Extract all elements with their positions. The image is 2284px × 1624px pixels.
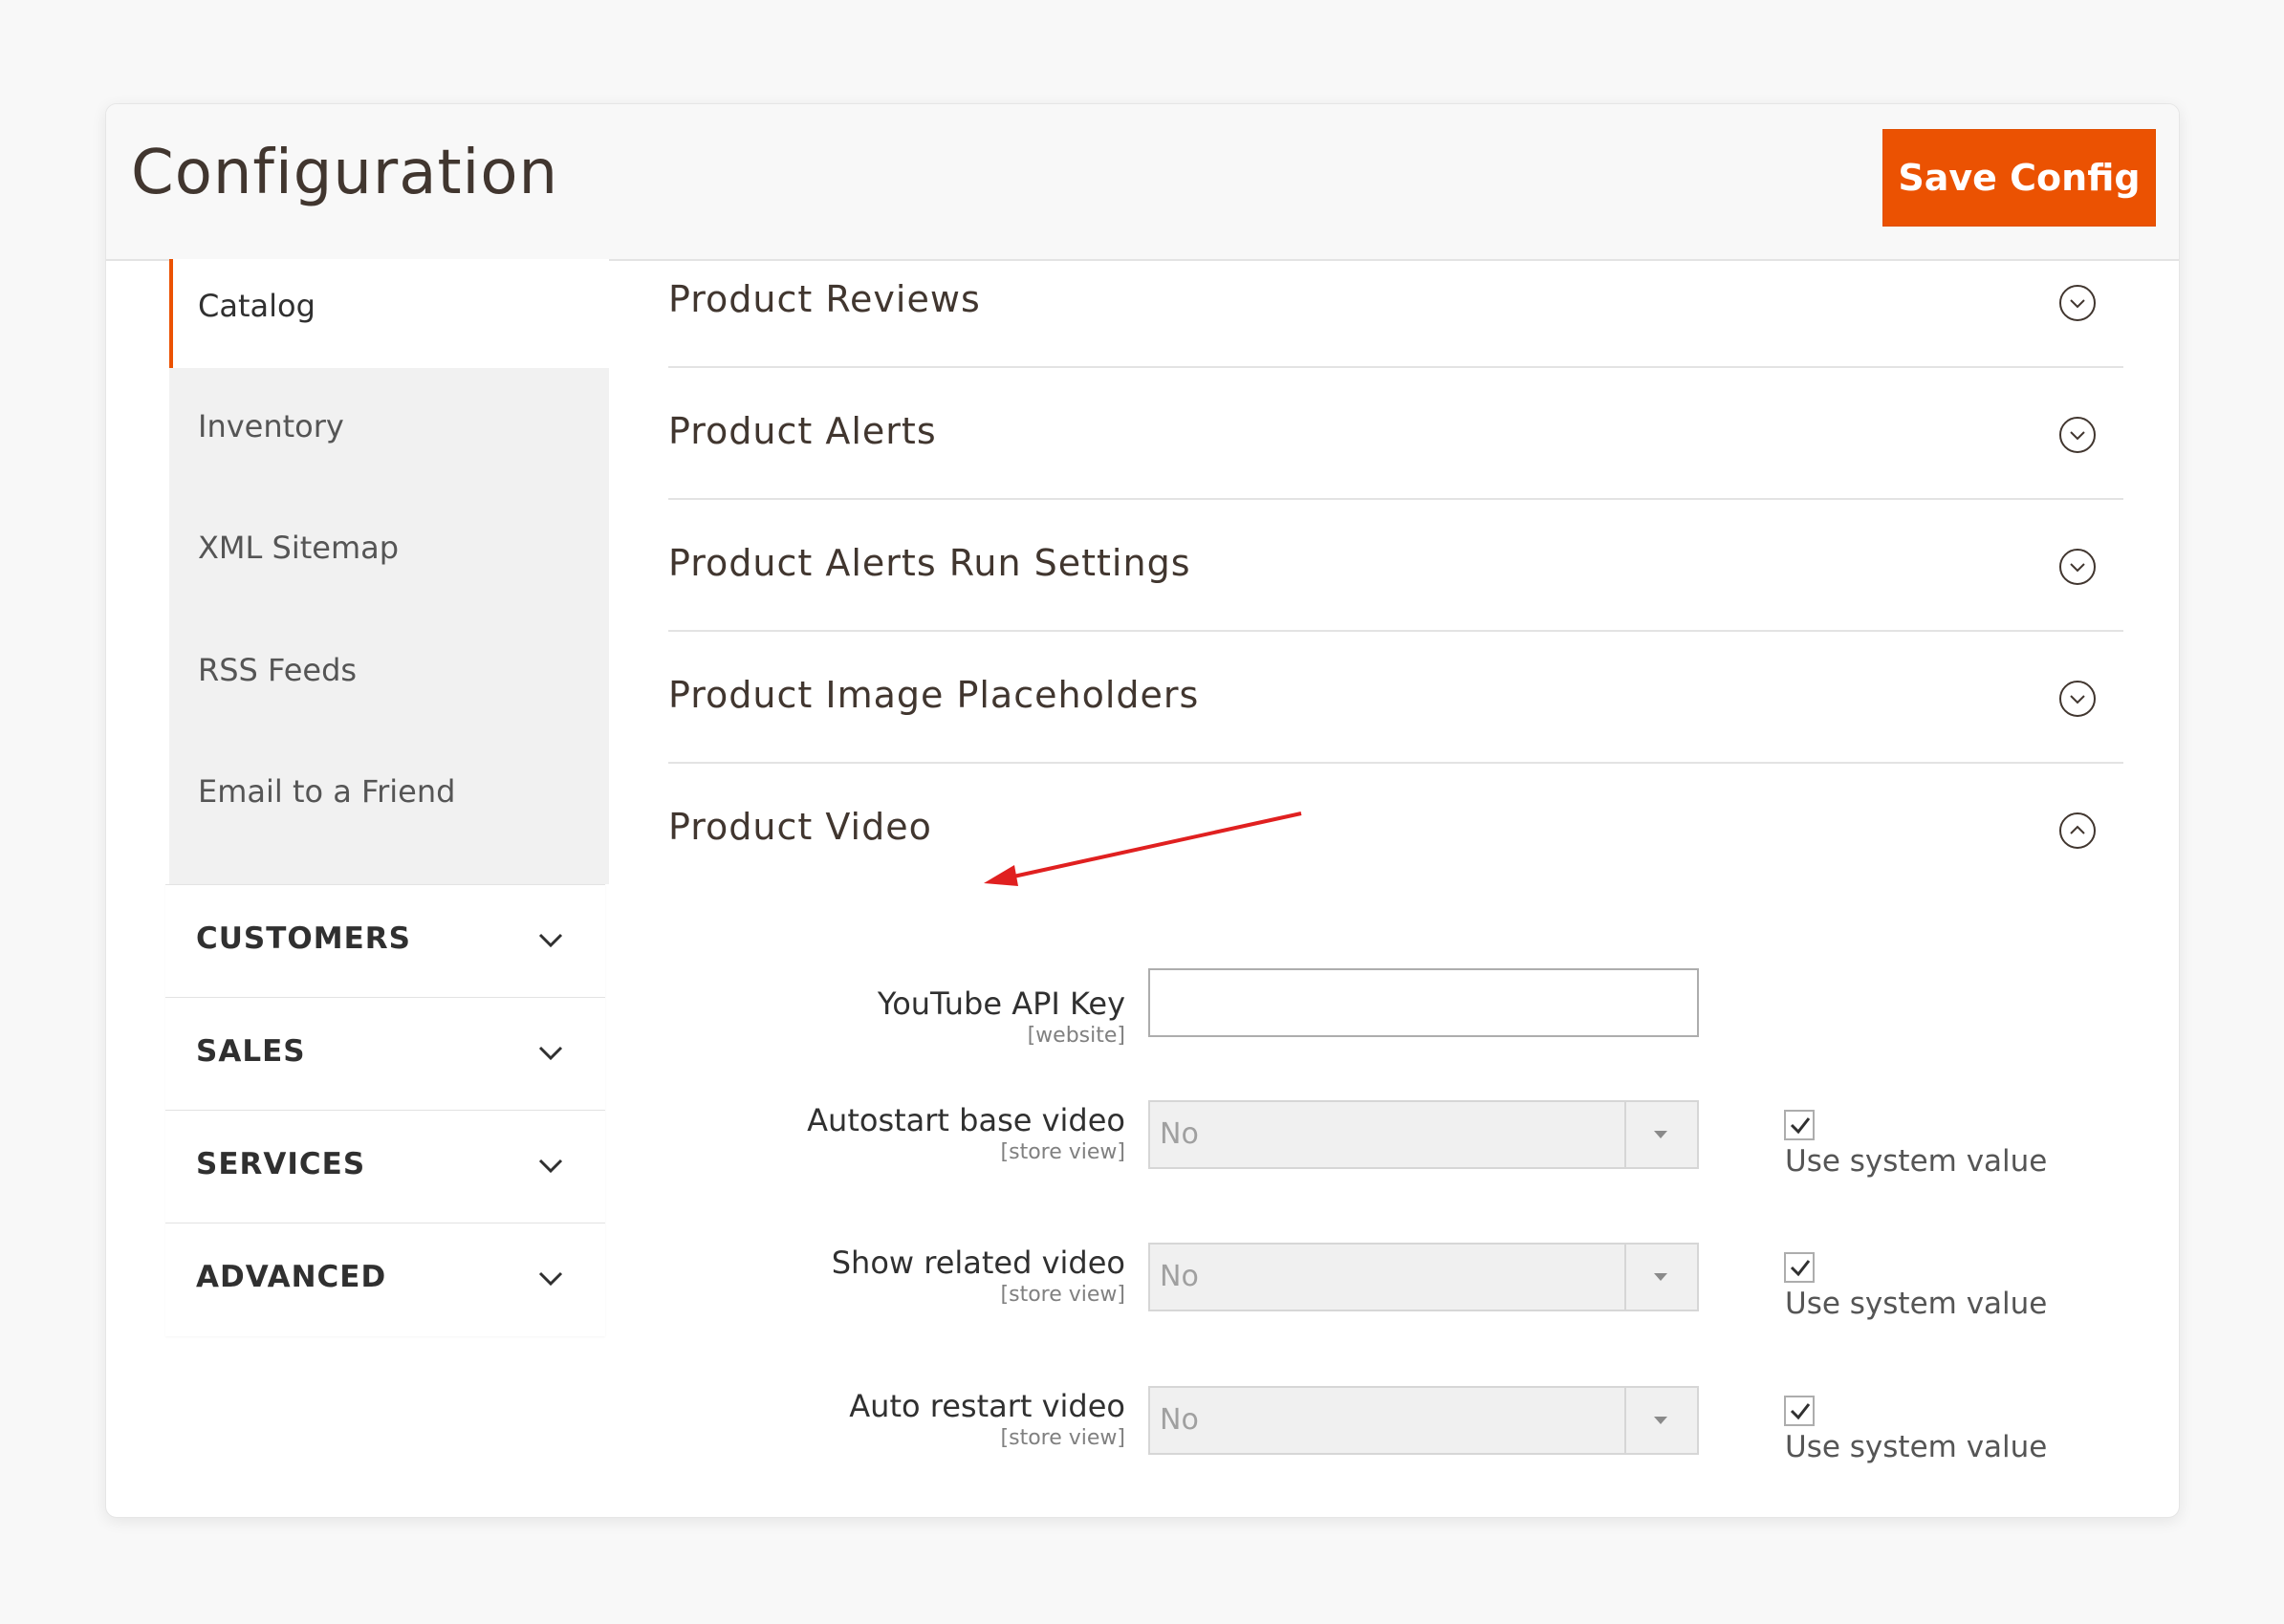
autostart-base-video-select[interactable]: No [1148, 1100, 1699, 1169]
youtube-api-key-input[interactable] [1148, 968, 1699, 1037]
page-title: Configuration [131, 138, 559, 208]
use-system-value-label: Use system value [1785, 1430, 2048, 1464]
section-label: CUSTOMERS [196, 921, 411, 956]
sidebar-item-email-to-a-friend[interactable]: Email to a Friend [198, 773, 455, 810]
use-system-value-checkbox[interactable] [1784, 1110, 1815, 1140]
field-scope: [store view] [1000, 1140, 1125, 1164]
caret-down-icon [1654, 1273, 1667, 1281]
field-scope: [website] [1027, 1024, 1125, 1048]
select-value: No [1160, 1403, 1199, 1437]
circle-chevron-down-icon[interactable] [2058, 416, 2097, 454]
circle-chevron-up-icon[interactable] [2058, 812, 2097, 850]
field-label-show-related-video: Show related video [831, 1245, 1125, 1281]
group-product-alerts[interactable]: Product Alerts [668, 366, 2123, 500]
group-product-image-placeholders[interactable]: Product Image Placeholders [668, 630, 2123, 764]
use-system-value-label: Use system value [1785, 1144, 2048, 1179]
sidebar-item-rss-feeds[interactable]: RSS Feeds [198, 652, 357, 688]
field-label-youtube-api-key: YouTube API Key [877, 985, 1125, 1022]
chevron-down-icon [538, 933, 563, 948]
select-arrow [1624, 1388, 1697, 1453]
sidebar-section-advanced[interactable]: ADVANCED [165, 1223, 605, 1336]
group-title: Product Image Placeholders [668, 674, 1200, 716]
chevron-down-icon [538, 1271, 563, 1287]
sidebar-item-inventory[interactable]: Inventory [198, 408, 344, 444]
checkmark-icon [1790, 1260, 1811, 1277]
caret-down-icon [1654, 1131, 1667, 1138]
group-title: Product Alerts Run Settings [668, 542, 1191, 584]
use-system-value-checkbox[interactable] [1784, 1252, 1815, 1283]
show-related-video-select[interactable]: No [1148, 1243, 1699, 1311]
use-system-value-checkbox[interactable] [1784, 1396, 1815, 1426]
save-config-button[interactable]: Save Config [1882, 129, 2156, 227]
field-label-auto-restart-video: Auto restart video [849, 1388, 1125, 1424]
sidebar-subitems: Inventory XML Sitemap RSS Feeds Email to… [169, 368, 609, 884]
field-label-autostart-base-video: Autostart base video [807, 1102, 1125, 1138]
group-title: Product Alerts [668, 410, 937, 452]
use-system-value-label: Use system value [1785, 1287, 2048, 1321]
section-label: SALES [196, 1034, 306, 1069]
checkmark-icon [1790, 1117, 1811, 1135]
caret-down-icon [1654, 1417, 1667, 1424]
annotation-arrow-icon [984, 812, 1302, 886]
field-scope: [store view] [1000, 1283, 1125, 1307]
configuration-panel: Configuration Save Config Catalog Invent… [105, 103, 2180, 1518]
sidebar-section-services[interactable]: SERVICES [165, 1110, 605, 1223]
chevron-down-icon [538, 1158, 563, 1174]
chevron-down-icon [538, 1046, 563, 1061]
circle-chevron-down-icon[interactable] [2058, 284, 2097, 322]
select-arrow [1624, 1102, 1697, 1167]
section-label: SERVICES [196, 1147, 366, 1181]
group-title: Product Video [668, 806, 932, 848]
select-value: No [1160, 1117, 1199, 1151]
sidebar-item-label: Catalog [198, 288, 315, 324]
sidebar-item-catalog[interactable]: Catalog [169, 259, 609, 368]
group-product-video[interactable]: Product Video [668, 762, 2123, 894]
group-title: Product Reviews [668, 278, 981, 320]
select-arrow [1624, 1245, 1697, 1310]
group-product-reviews[interactable]: Product Reviews [668, 234, 2123, 368]
sidebar-section-sales[interactable]: SALES [165, 997, 605, 1111]
section-label: ADVANCED [196, 1260, 387, 1294]
circle-chevron-down-icon[interactable] [2058, 548, 2097, 586]
checkmark-icon [1790, 1403, 1811, 1420]
sidebar-section-customers[interactable]: CUSTOMERS [165, 884, 605, 998]
sidebar-item-xml-sitemap[interactable]: XML Sitemap [198, 530, 399, 566]
field-scope: [store view] [1000, 1426, 1125, 1450]
group-product-alerts-run-settings[interactable]: Product Alerts Run Settings [668, 498, 2123, 632]
circle-chevron-down-icon[interactable] [2058, 680, 2097, 718]
auto-restart-video-select[interactable]: No [1148, 1386, 1699, 1455]
select-value: No [1160, 1260, 1199, 1293]
